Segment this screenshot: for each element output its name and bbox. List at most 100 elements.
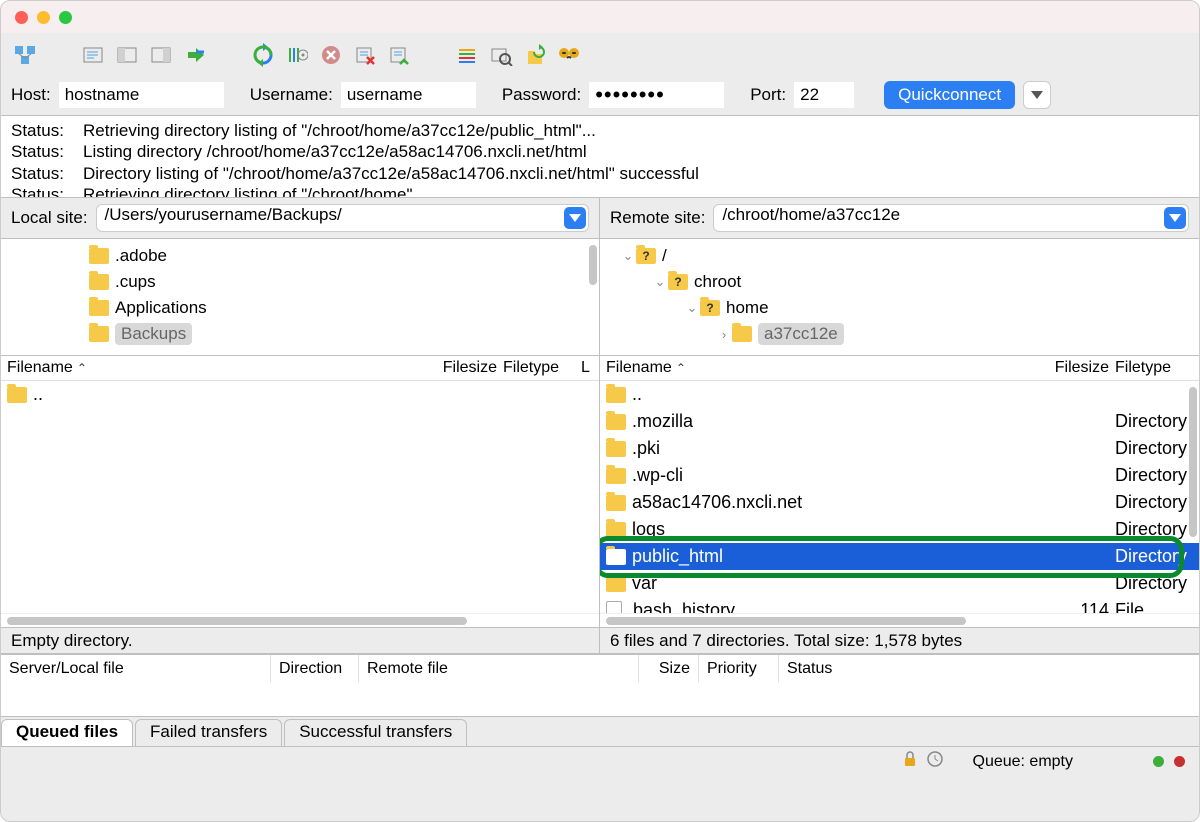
filter-icon[interactable]: [453, 41, 481, 69]
list-item[interactable]: a58ac14706.nxcli.netDirectory: [600, 489, 1199, 516]
file-name: .mozilla: [632, 411, 1045, 432]
reconnect-icon[interactable]: [385, 41, 413, 69]
col-filename[interactable]: Filename: [7, 359, 73, 377]
remote-site-label: Remote site:: [610, 208, 705, 228]
directory-compare-icon[interactable]: [487, 41, 515, 69]
username-label: Username:: [250, 85, 333, 105]
folder-icon: [606, 495, 626, 511]
col-lastmodified[interactable]: L: [581, 359, 593, 377]
quickconnect-history-dropdown[interactable]: [1023, 81, 1051, 109]
port-input[interactable]: [794, 82, 854, 108]
file-size: 114: [1045, 600, 1115, 613]
file-type: Directory: [1115, 438, 1193, 459]
col-filesize[interactable]: Filesize: [433, 359, 503, 377]
port-label: Port:: [750, 85, 786, 105]
file-name: logs: [632, 519, 1045, 540]
toggle-log-icon[interactable]: [79, 41, 107, 69]
folder-icon: [89, 300, 109, 316]
col-size[interactable]: Size: [639, 655, 699, 682]
col-filesize[interactable]: Filesize: [1045, 359, 1115, 377]
tree-item-label: Applications: [115, 298, 207, 318]
log-message: Directory listing of "/chroot/home/a37cc…: [83, 163, 699, 184]
file-type: File: [1115, 600, 1193, 613]
toggle-queue-icon[interactable]: [181, 41, 209, 69]
list-item[interactable]: varDirectory: [600, 570, 1199, 597]
remote-panel: Remote site: /chroot/home/a37cc12e ⌄?/ ⌄…: [600, 198, 1199, 653]
folder-icon: [606, 441, 626, 457]
quickconnect-button[interactable]: Quickconnect: [884, 81, 1015, 109]
sort-ascending-icon: ⌃: [77, 361, 87, 375]
col-remote-file[interactable]: Remote file: [359, 655, 639, 682]
close-window-button[interactable]: [15, 11, 28, 24]
password-input[interactable]: [589, 82, 724, 108]
toggle-remote-tree-icon[interactable]: [147, 41, 175, 69]
clock-icon[interactable]: [927, 751, 943, 772]
search-icon[interactable]: [555, 41, 583, 69]
tab-successful[interactable]: Successful transfers: [284, 719, 467, 746]
toggle-local-tree-icon[interactable]: [113, 41, 141, 69]
lock-icon[interactable]: [903, 751, 917, 772]
remote-path-text: /chroot/home/a37cc12e: [722, 205, 900, 224]
file-name: a58ac14706.nxcli.net: [632, 492, 1045, 513]
folder-icon: [606, 468, 626, 484]
username-input[interactable]: [341, 82, 476, 108]
folder-icon: [89, 274, 109, 290]
site-manager-icon[interactable]: [11, 41, 39, 69]
list-item[interactable]: .mozillaDirectory: [600, 408, 1199, 435]
refresh-icon[interactable]: [249, 41, 277, 69]
local-file-list[interactable]: ..: [1, 381, 599, 613]
transfer-queue-body[interactable]: [1, 682, 1199, 716]
list-item[interactable]: logsDirectory: [600, 516, 1199, 543]
disclosure-icon[interactable]: ›: [716, 327, 732, 342]
tree-item-label: chroot: [694, 272, 741, 292]
local-path-input[interactable]: /Users/yourusername/Backups/: [96, 204, 589, 232]
disclosure-icon[interactable]: ⌄: [620, 248, 636, 264]
col-filetype[interactable]: Filetype: [1115, 359, 1193, 377]
disconnect-icon[interactable]: [351, 41, 379, 69]
remote-list-header[interactable]: Filename ⌃ Filesize Filetype: [600, 355, 1199, 381]
col-status[interactable]: Status: [779, 655, 1199, 682]
transfer-queue-header[interactable]: Server/Local file Direction Remote file …: [1, 654, 1199, 682]
chevron-down-icon[interactable]: [564, 207, 586, 229]
minimize-window-button[interactable]: [37, 11, 50, 24]
sort-ascending-icon: ⌃: [676, 361, 686, 375]
local-site-label: Local site:: [11, 208, 88, 228]
col-direction[interactable]: Direction: [271, 655, 359, 682]
remote-tree[interactable]: ⌄?/ ⌄?chroot ⌄?home ›a37cc12e: [600, 239, 1199, 355]
tab-failed[interactable]: Failed transfers: [135, 719, 282, 746]
folder-icon: [89, 248, 109, 264]
cancel-icon[interactable]: [317, 41, 345, 69]
scrollbar-thumb[interactable]: [589, 245, 597, 285]
disclosure-icon[interactable]: ⌄: [684, 300, 700, 316]
password-label: Password:: [502, 85, 581, 105]
tab-queued[interactable]: Queued files: [1, 719, 133, 746]
list-item[interactable]: .bash_history114File: [600, 597, 1199, 613]
folder-unknown-icon: ?: [700, 300, 720, 316]
process-queue-icon[interactable]: [283, 41, 311, 69]
chevron-down-icon[interactable]: [1164, 207, 1186, 229]
list-item[interactable]: .wp-cliDirectory: [600, 462, 1199, 489]
remote-path-input[interactable]: /chroot/home/a37cc12e: [713, 204, 1189, 232]
col-server-local[interactable]: Server/Local file: [1, 655, 271, 682]
local-horizontal-scrollbar[interactable]: [1, 613, 599, 627]
scrollbar-thumb[interactable]: [1189, 387, 1197, 537]
folder-icon: [732, 326, 752, 342]
list-item[interactable]: public_htmlDirectory: [600, 543, 1199, 570]
local-list-header[interactable]: Filename ⌃ Filesize Filetype L: [1, 355, 599, 381]
col-filename[interactable]: Filename: [606, 359, 672, 377]
remote-file-list[interactable]: .. .mozillaDirectory .pkiDirectory .wp-c…: [600, 381, 1199, 613]
sync-browse-icon[interactable]: [521, 41, 549, 69]
message-log[interactable]: Status:Retrieving directory listing of "…: [1, 116, 1199, 198]
remote-status: 6 files and 7 directories. Total size: 1…: [600, 627, 1199, 653]
list-item[interactable]: ..: [1, 381, 599, 408]
zoom-window-button[interactable]: [59, 11, 72, 24]
folder-icon: [606, 387, 626, 403]
disclosure-icon[interactable]: ⌄: [652, 274, 668, 290]
host-input[interactable]: [59, 82, 224, 108]
col-priority[interactable]: Priority: [699, 655, 779, 682]
local-tree[interactable]: .adobe .cups Applications Backups: [1, 239, 599, 355]
list-item[interactable]: ..: [600, 381, 1199, 408]
list-item[interactable]: .pkiDirectory: [600, 435, 1199, 462]
remote-horizontal-scrollbar[interactable]: [600, 613, 1199, 627]
col-filetype[interactable]: Filetype: [503, 359, 581, 377]
